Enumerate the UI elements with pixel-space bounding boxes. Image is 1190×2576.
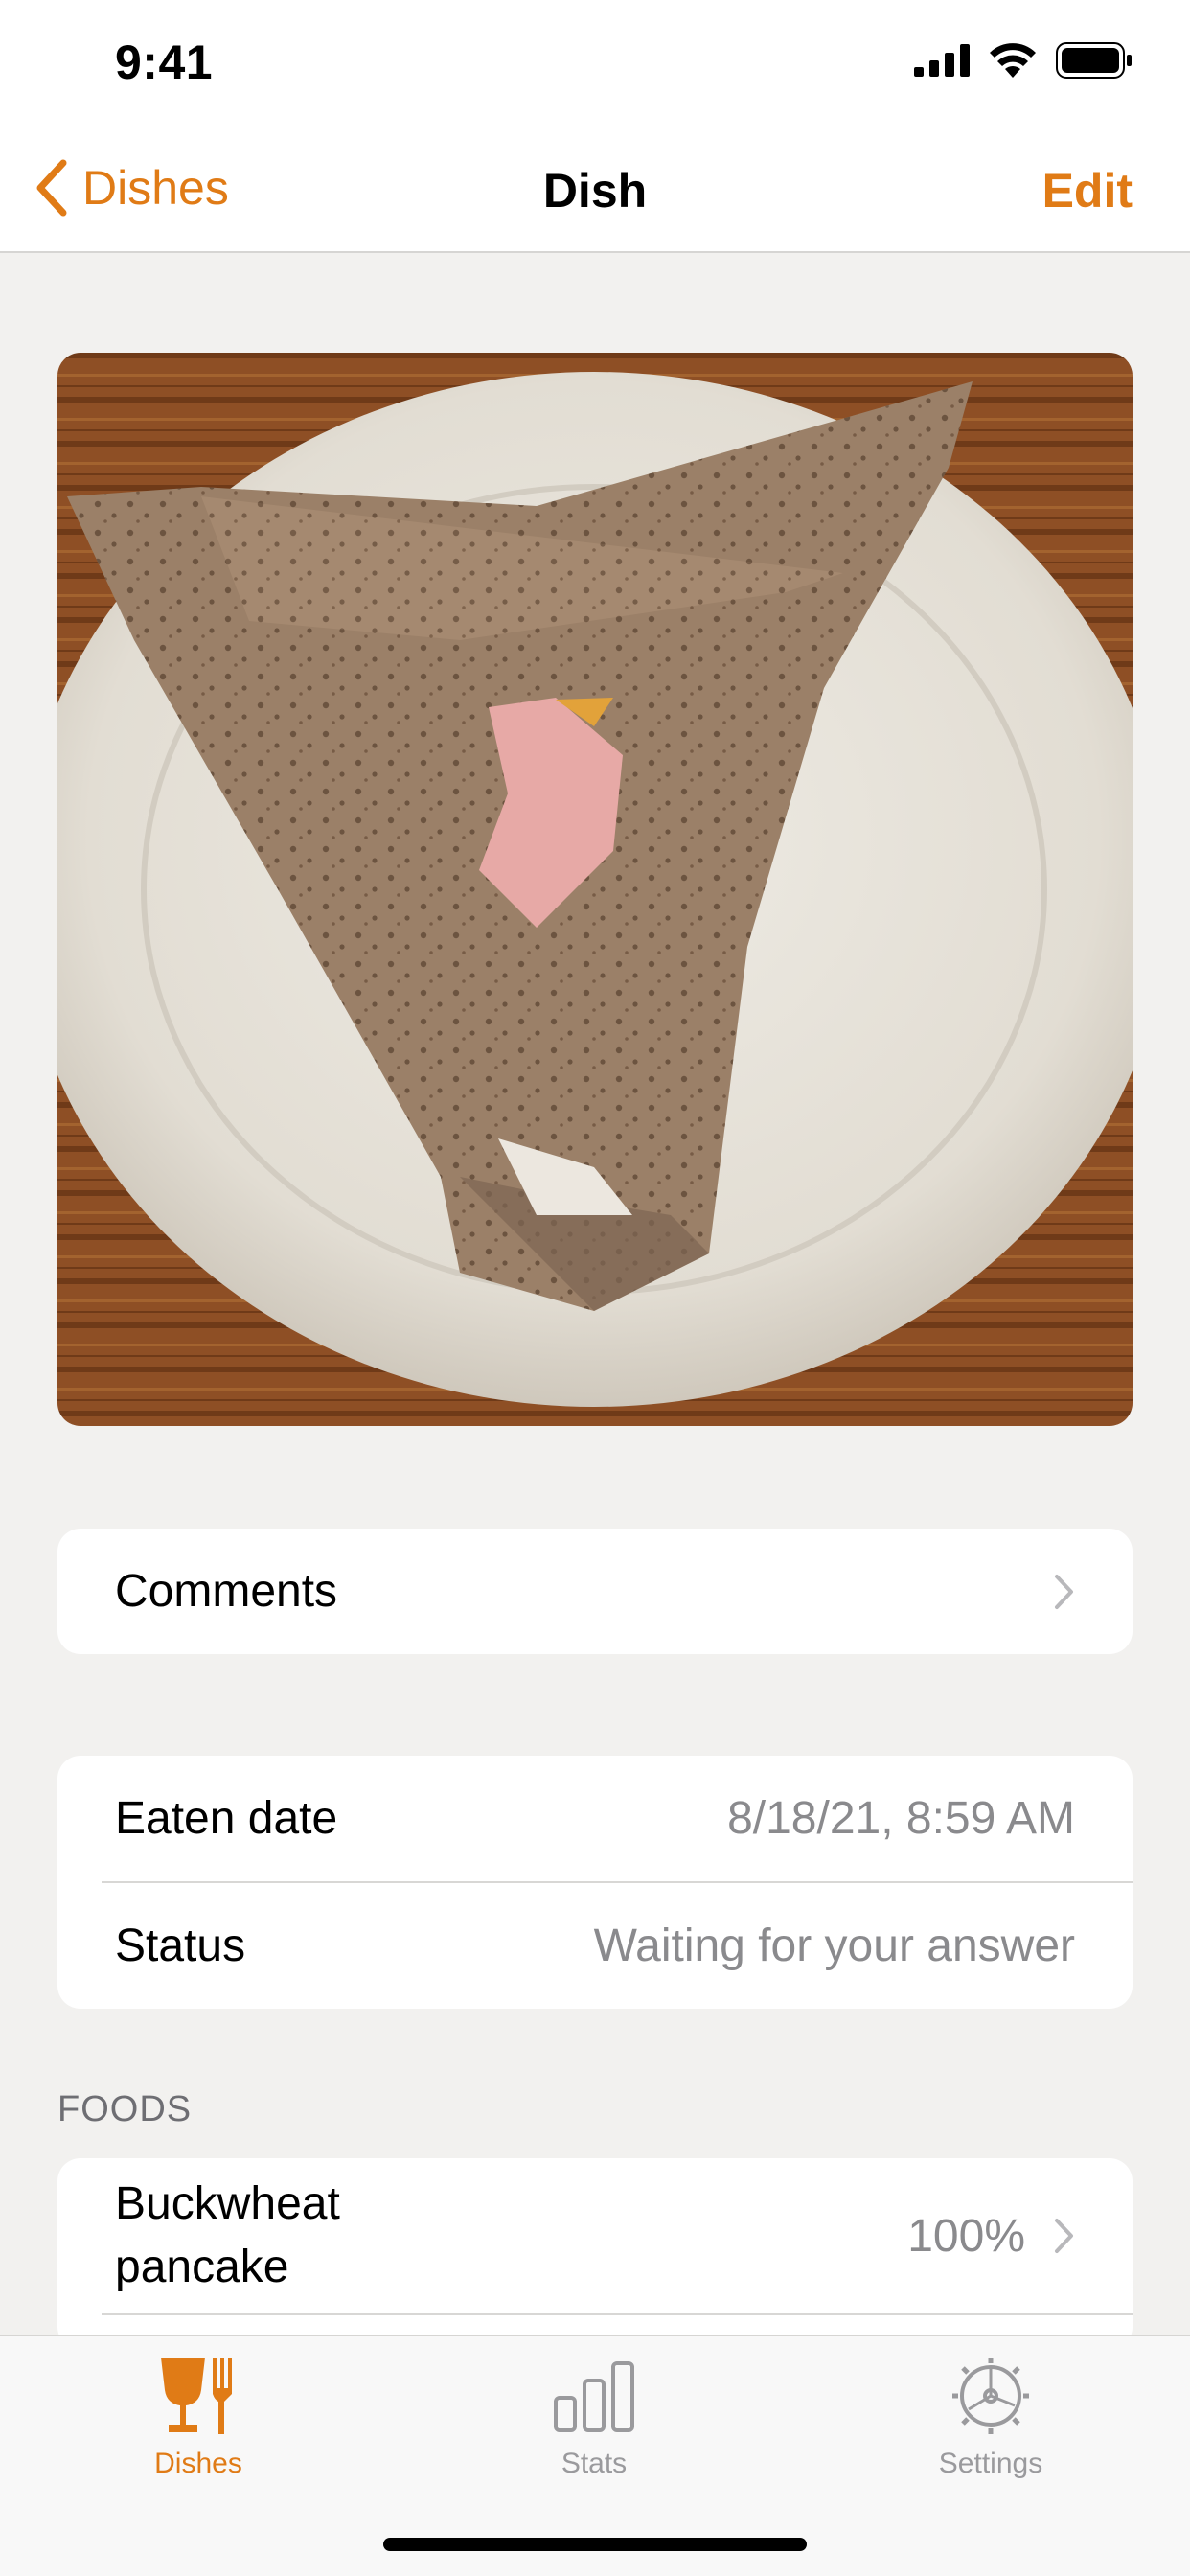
bar-chart-icon (554, 2361, 634, 2432)
edit-button[interactable]: Edit (1042, 163, 1133, 218)
food-name: Buckwheat pancake (115, 2178, 340, 2292)
cellular-signal-icon (914, 44, 970, 77)
foods-section-header: FOODS (57, 2089, 193, 2129)
eaten-date-value: 8/18/21, 8:59 AM (727, 1793, 1075, 1844)
tab-label: Dishes (154, 2448, 242, 2479)
dish-photo[interactable] (57, 353, 1133, 1426)
page-title: Dish (542, 164, 648, 218)
tab-stats[interactable]: Stats (489, 2356, 699, 2480)
details-card: Eaten date 8/18/21, 8:59 AM Status Waiti… (57, 1756, 1133, 2009)
status-label: Status (115, 1920, 246, 1971)
status-time: 9:41 (115, 35, 214, 89)
chevron-right-icon (1055, 1574, 1073, 1609)
food-percent: 100% (907, 2210, 1025, 2262)
foods-card: Buckwheat pancake 100% (57, 2158, 1133, 2350)
status-value: Waiting for your answer (593, 1920, 1075, 1971)
home-indicator (383, 2538, 807, 2551)
divider (102, 2313, 1133, 2315)
status-icons (914, 42, 1133, 79)
battery-icon (1056, 42, 1132, 79)
status-bar: 9:41 (0, 0, 1190, 126)
eaten-date-row[interactable]: Eaten date 8/18/21, 8:59 AM (57, 1756, 1133, 1881)
tab-settings[interactable]: Settings (885, 2356, 1096, 2480)
dish-detail-screen: 9:41 Dishes Dish Edit Comments Eaten dat… (0, 0, 1190, 2576)
wifi-icon (990, 43, 1036, 78)
chevron-right-icon (1055, 2219, 1073, 2253)
gear-icon (952, 2358, 1029, 2434)
comments-card: Comments (57, 1529, 1133, 1654)
list-item[interactable]: Buckwheat pancake 100% (57, 2158, 1133, 2313)
tab-dishes[interactable]: Dishes (93, 2356, 304, 2480)
glass-fork-icon (161, 2358, 232, 2434)
comments-label: Comments (115, 1566, 338, 1617)
eaten-date-label: Eaten date (115, 1793, 338, 1844)
tab-label: Settings (938, 2448, 1043, 2479)
comments-row[interactable]: Comments (57, 1529, 1133, 1654)
navigation-bar: Dishes Dish Edit (0, 126, 1190, 253)
status-row: Status Waiting for your answer (57, 1883, 1133, 2009)
tab-label: Stats (561, 2448, 628, 2479)
